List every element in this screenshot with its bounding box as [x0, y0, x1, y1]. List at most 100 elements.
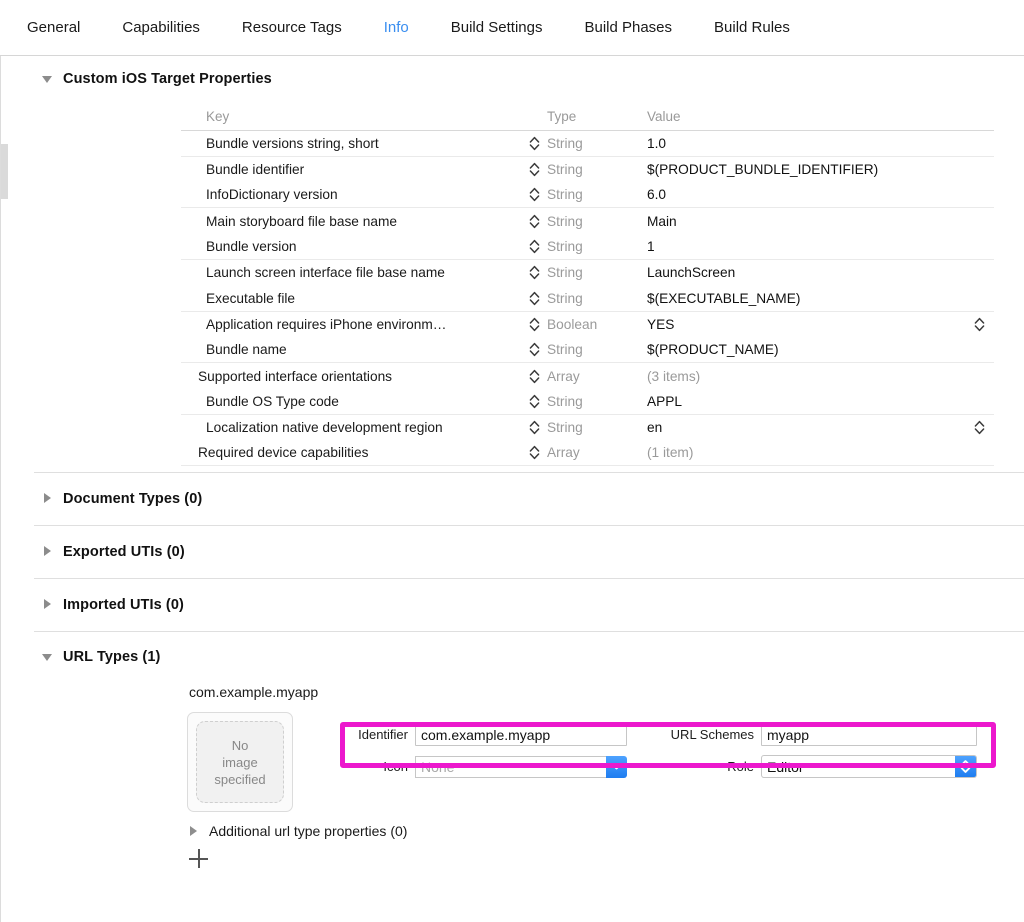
- property-key-cell[interactable]: Launch screen interface file base name: [181, 265, 521, 280]
- type-stepper-icon[interactable]: [521, 238, 547, 255]
- section-header-custom-ios-target-properties[interactable]: Custom iOS Target Properties: [1, 62, 1024, 96]
- property-value-cell[interactable]: 1.0: [647, 136, 964, 151]
- table-row[interactable]: Bundle version String 1: [181, 234, 994, 260]
- property-type-cell[interactable]: Boolean: [547, 317, 647, 332]
- property-value-cell[interactable]: en: [647, 420, 964, 435]
- property-type-cell[interactable]: Array: [547, 369, 647, 384]
- info-pane-scroll-area[interactable]: Custom iOS Target Properties Key Type Va…: [0, 56, 1024, 922]
- property-value-cell[interactable]: 6.0: [647, 187, 964, 202]
- role-popup-button[interactable]: Editor: [761, 755, 977, 779]
- property-type-cell[interactable]: String: [547, 162, 647, 177]
- property-key-cell[interactable]: Bundle name: [181, 342, 521, 357]
- tab-build-settings[interactable]: Build Settings: [430, 13, 564, 42]
- table-row[interactable]: Executable file String $(EXECUTABLE_NAME): [181, 286, 994, 312]
- table-row[interactable]: Supported interface orientations Array (3 …: [181, 363, 994, 389]
- type-stepper-icon[interactable]: [521, 444, 547, 461]
- property-value-cell[interactable]: LaunchScreen: [647, 265, 964, 280]
- property-key-cell[interactable]: Executable file: [181, 291, 521, 306]
- property-value-cell[interactable]: APPL: [647, 394, 964, 409]
- tab-info[interactable]: Info: [363, 13, 430, 42]
- property-key-cell[interactable]: Application requires iPhone environm…: [181, 317, 521, 332]
- property-key-cell[interactable]: Supported interface orientations: [181, 369, 521, 384]
- type-stepper-icon[interactable]: [521, 316, 547, 333]
- chevron-up-down-icon[interactable]: [955, 756, 976, 778]
- table-row[interactable]: Bundle identifier String $(PRODUCT_BUNDLE_…: [181, 157, 994, 183]
- tab-capabilities[interactable]: Capabilities: [101, 13, 221, 42]
- property-type-cell[interactable]: String: [547, 394, 647, 409]
- property-type-cell[interactable]: String: [547, 291, 647, 306]
- type-stepper-icon[interactable]: [521, 186, 547, 203]
- type-stepper-icon[interactable]: [521, 368, 547, 385]
- property-key-label: Required device capabilities: [198, 445, 369, 461]
- value-stepper-icon[interactable]: [964, 419, 994, 436]
- tab-build-rules[interactable]: Build Rules: [693, 13, 811, 42]
- property-key-cell[interactable]: Required device capabilities: [181, 445, 521, 460]
- property-type-cell[interactable]: Array: [547, 445, 647, 460]
- type-stepper-icon[interactable]: [521, 419, 547, 436]
- plist-properties-table[interactable]: Key Type Value Bundle versions string, s…: [181, 102, 994, 467]
- disclosure-triangle-icon[interactable]: [41, 545, 55, 559]
- add-url-type-button[interactable]: [189, 849, 209, 869]
- vertical-scrollbar-thumb[interactable]: [1, 144, 8, 199]
- disclosure-triangle-icon[interactable]: [41, 492, 55, 506]
- property-key-cell[interactable]: Bundle version: [181, 239, 521, 254]
- property-type-cell[interactable]: String: [547, 420, 647, 435]
- property-key-cell[interactable]: Localization native development region: [181, 420, 521, 435]
- property-value-cell[interactable]: (1 item): [647, 445, 964, 460]
- property-type-cell[interactable]: String: [547, 239, 647, 254]
- type-stepper-icon[interactable]: [521, 213, 547, 230]
- icon-combobox[interactable]: None: [415, 755, 627, 778]
- property-type-cell[interactable]: String: [547, 265, 647, 280]
- property-type-cell[interactable]: String: [547, 342, 647, 357]
- type-stepper-icon[interactable]: [521, 341, 547, 358]
- tab-build-phases[interactable]: Build Phases: [563, 13, 693, 42]
- type-stepper-icon[interactable]: [521, 290, 547, 307]
- chevron-down-icon[interactable]: [606, 755, 627, 778]
- disclosure-triangle-icon[interactable]: [41, 650, 55, 664]
- table-row[interactable]: Main storyboard file base name String Main: [181, 208, 994, 234]
- disclosure-triangle-icon[interactable]: [187, 824, 201, 838]
- property-value-cell[interactable]: YES: [647, 317, 964, 332]
- table-row[interactable]: Bundle OS Type code String APPL: [181, 389, 994, 415]
- url-type-icon-well[interactable]: No image specified: [187, 712, 293, 813]
- table-row[interactable]: Localization native development region St…: [181, 415, 994, 441]
- tab-resource-tags[interactable]: Resource Tags: [221, 13, 363, 42]
- property-value-cell[interactable]: (3 items): [647, 369, 964, 384]
- url-type-entry-name[interactable]: com.example.myapp: [189, 674, 1024, 708]
- table-row[interactable]: Application requires iPhone environm… Boo…: [181, 312, 994, 338]
- property-value-cell[interactable]: $(PRODUCT_BUNDLE_IDENTIFIER): [647, 162, 964, 177]
- section-header-document-types-0[interactable]: Document Types (0): [1, 482, 1024, 516]
- additional-url-type-properties[interactable]: Additional url type properties (0): [187, 823, 1024, 839]
- property-value-cell[interactable]: $(EXECUTABLE_NAME): [647, 291, 964, 306]
- type-stepper-icon[interactable]: [521, 393, 547, 410]
- section-header-imported-utis-0[interactable]: Imported UTIs (0): [1, 588, 1024, 622]
- property-value-cell[interactable]: Main: [647, 214, 964, 229]
- property-key-cell[interactable]: Main storyboard file base name: [181, 214, 521, 229]
- property-key-cell[interactable]: Bundle identifier: [181, 162, 521, 177]
- identifier-input[interactable]: com.example.myapp: [415, 723, 627, 746]
- property-key-cell[interactable]: Bundle versions string, short: [181, 136, 521, 151]
- table-row[interactable]: Bundle name String $(PRODUCT_NAME): [181, 337, 994, 364]
- property-type-cell[interactable]: String: [547, 187, 647, 202]
- table-row[interactable]: InfoDictionary version String 6.0: [181, 183, 994, 209]
- disclosure-triangle-icon[interactable]: [41, 598, 55, 612]
- section-header-exported-utis-0[interactable]: Exported UTIs (0): [1, 535, 1024, 569]
- property-value-cell[interactable]: $(PRODUCT_NAME): [647, 342, 964, 357]
- type-stepper-icon[interactable]: [521, 264, 547, 281]
- section-title: Custom iOS Target Properties: [63, 71, 272, 87]
- table-row[interactable]: Bundle versions string, short String 1.0: [181, 131, 994, 157]
- property-key-cell[interactable]: Bundle OS Type code: [181, 394, 521, 409]
- type-stepper-icon[interactable]: [521, 135, 547, 152]
- disclosure-triangle-icon[interactable]: [41, 72, 55, 86]
- property-key-cell[interactable]: InfoDictionary version: [181, 187, 521, 202]
- section-header-url-types[interactable]: URL Types (1): [1, 640, 1024, 674]
- url-schemes-input[interactable]: myapp: [761, 723, 977, 746]
- type-stepper-icon[interactable]: [521, 161, 547, 178]
- property-type-cell[interactable]: String: [547, 136, 647, 151]
- property-type-cell[interactable]: String: [547, 214, 647, 229]
- table-row[interactable]: Required device capabilities Array (1 item…: [181, 441, 994, 467]
- tab-general[interactable]: General: [6, 13, 101, 42]
- property-value-cell[interactable]: 1: [647, 239, 964, 254]
- value-stepper-icon[interactable]: [964, 316, 994, 333]
- table-row[interactable]: Launch screen interface file base name St…: [181, 260, 994, 286]
